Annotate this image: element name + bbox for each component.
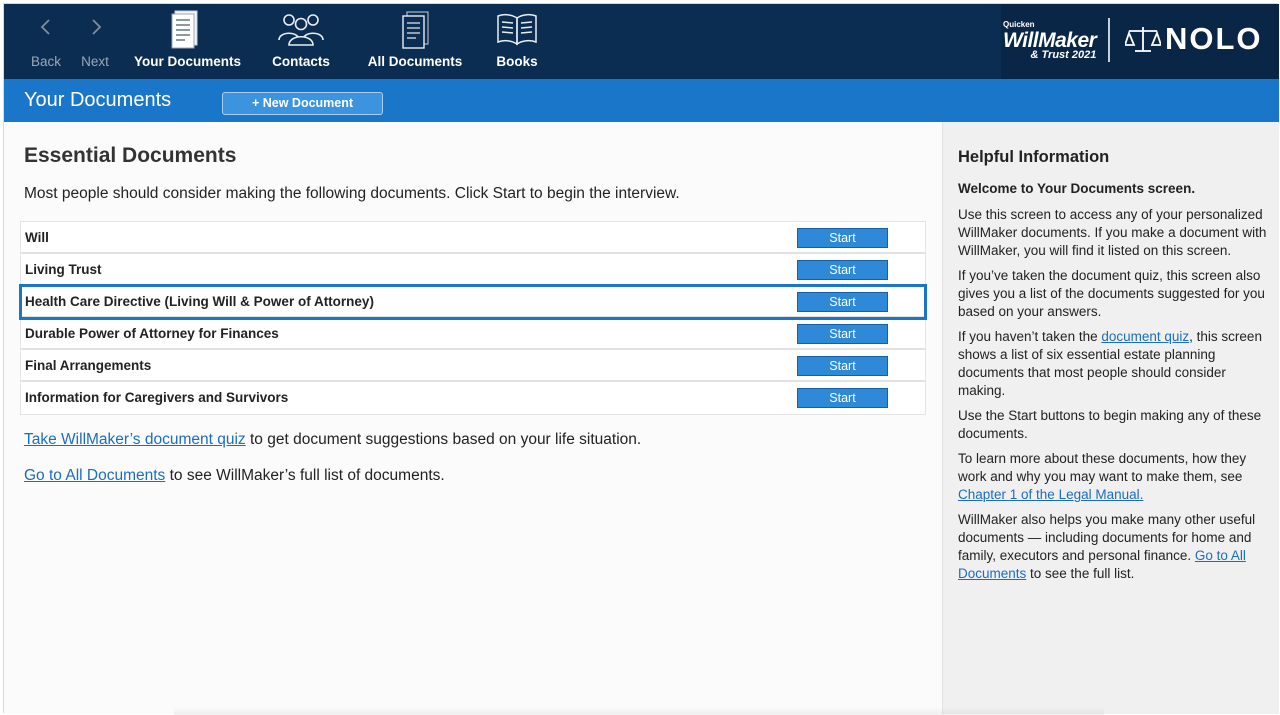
- all-documents-button[interactable]: All Documents: [364, 4, 466, 79]
- contacts-label: Contacts: [272, 54, 330, 69]
- start-button-caregivers-info[interactable]: Start: [797, 388, 888, 408]
- books-label: Books: [496, 54, 538, 69]
- new-document-button[interactable]: + New Document: [222, 92, 383, 115]
- document-icon: [171, 10, 198, 49]
- books-button[interactable]: Books: [492, 4, 542, 79]
- document-quiz-side-link[interactable]: document quiz: [1101, 329, 1189, 344]
- all-documents-label: All Documents: [367, 54, 463, 69]
- bottom-shadow: [174, 707, 1104, 715]
- chevron-left-icon: [40, 19, 50, 35]
- next-label: Next: [81, 54, 109, 69]
- app-window: Back Next Your Documents Contacts All Do…: [3, 3, 1279, 715]
- panel-heading: Helpful Information: [958, 148, 1110, 166]
- your-documents-button[interactable]: Your Documents: [134, 4, 242, 79]
- chevron-right-icon: [92, 19, 102, 35]
- document-row-final-arrangements: Final Arrangements Start: [21, 350, 925, 382]
- your-documents-label: Your Documents: [134, 54, 242, 69]
- document-row-caregivers-info: Information for Caregivers and Survivors…: [21, 382, 925, 414]
- welcome-text: Welcome to Your Documents screen.: [958, 181, 1196, 196]
- book-icon: [497, 13, 537, 46]
- info-paragraph: To learn more about these documents, how…: [958, 450, 1269, 504]
- page-header: Your Documents + New Document: [4, 79, 1279, 122]
- start-button-final-arrangements[interactable]: Start: [797, 356, 888, 376]
- willmaker-logo: Quicken WillMaker & Trust 2021: [1003, 20, 1097, 61]
- document-name: Will: [25, 230, 49, 245]
- go-to-all-documents-link[interactable]: Go to All Documents: [24, 467, 165, 484]
- legal-manual-link[interactable]: Chapter 1 of the Legal Manual.: [958, 487, 1143, 502]
- info-paragraph: If you haven’t taken the document quiz, …: [958, 328, 1269, 400]
- back-label: Back: [30, 54, 61, 69]
- all-documents-line: Go to All Documents to see WillMaker’s f…: [24, 467, 445, 485]
- start-button-will[interactable]: Start: [797, 228, 888, 248]
- all-documents-line-text: to see WillMaker’s full list of document…: [165, 467, 445, 484]
- all-documents-icon: [402, 11, 429, 49]
- document-name: Durable Power of Attorney for Finances: [25, 326, 279, 341]
- quiz-line-text: to get document suggestions based on you…: [245, 431, 642, 448]
- quicken-text: Quicken: [1003, 20, 1035, 29]
- nolo-text: NOLO: [1165, 21, 1263, 56]
- main-content: Essential Documents Most people should c…: [4, 122, 942, 714]
- info-text: to see the full list.: [1026, 566, 1135, 581]
- top-toolbar: Back Next Your Documents Contacts All Do…: [4, 4, 1279, 79]
- contacts-button[interactable]: Contacts: [266, 4, 336, 79]
- start-button-durable-poa[interactable]: Start: [797, 324, 888, 344]
- info-text: If you haven’t taken the: [958, 329, 1102, 344]
- back-button[interactable]: Back: [26, 4, 66, 79]
- scales-icon: [1125, 27, 1161, 52]
- document-name: Final Arrangements: [25, 358, 152, 373]
- contacts-icon: [278, 14, 324, 46]
- start-button-living-trust[interactable]: Start: [797, 260, 888, 280]
- page-title: Your Documents: [24, 89, 172, 111]
- document-row-living-trust: Living Trust Start: [21, 254, 925, 286]
- brand-area: Quicken WillMaker & Trust 2021 NOLO: [1001, 4, 1279, 79]
- quiz-line: Take WillMaker’s document quiz to get do…: [24, 431, 641, 449]
- document-row-durable-poa: Durable Power of Attorney for Finances S…: [21, 318, 925, 350]
- document-row-will: Will Start: [21, 222, 925, 254]
- section-heading: Essential Documents: [24, 144, 237, 167]
- willmaker-text: WillMaker: [1003, 29, 1097, 52]
- helpful-information-panel: Helpful Information Welcome to Your Docu…: [942, 122, 1279, 714]
- document-name: Information for Caregivers and Survivors: [25, 390, 289, 405]
- info-paragraph: Use this screen to access any of your pe…: [958, 207, 1267, 258]
- document-quiz-link[interactable]: Take WillMaker’s document quiz: [24, 431, 246, 448]
- start-button-health-care-directive[interactable]: Start: [797, 292, 888, 312]
- info-paragraph: If you’ve taken the document quiz, this …: [958, 268, 1265, 319]
- document-row-health-care-directive: Health Care Directive (Living Will & Pow…: [19, 284, 927, 320]
- next-button[interactable]: Next: [75, 4, 115, 79]
- info-paragraph: Use the Start buttons to begin making an…: [958, 408, 1262, 441]
- info-text: To learn more about these documents, how…: [958, 451, 1247, 484]
- essential-documents-table: Will Start Living Trust Start Health Car…: [19, 221, 927, 415]
- document-name: Living Trust: [25, 262, 102, 277]
- intro-text: Most people should consider making the f…: [24, 185, 680, 202]
- info-paragraph: WillMaker also helps you make many other…: [958, 511, 1269, 583]
- brand-divider: [1108, 18, 1110, 62]
- document-name: Health Care Directive (Living Will & Pow…: [25, 294, 374, 309]
